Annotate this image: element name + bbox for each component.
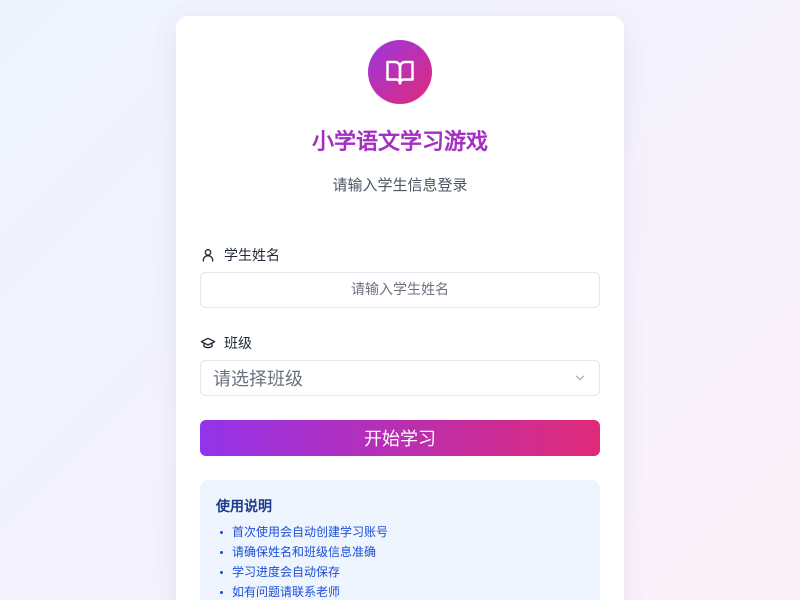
chevron-down-icon [575, 375, 585, 381]
bullet-icon [220, 530, 223, 534]
login-card: 小学语文学习游戏 请输入学生信息登录 学生姓名 班级 请选择班级 开始学习 使用… [176, 16, 624, 600]
logo-badge [368, 40, 432, 104]
class-select[interactable]: 请选择班级 [200, 360, 600, 396]
bullet-icon [220, 570, 223, 574]
user-icon [202, 249, 214, 262]
instructions-title: 使用说明 [216, 499, 272, 515]
list-item: 学习进度会自动保存 [216, 562, 584, 582]
instruction-text: 学习进度会自动保存 [232, 565, 341, 579]
class-select-value: 请选择班级 [213, 369, 303, 390]
bullet-icon [220, 550, 223, 554]
student-name-label: 学生姓名 [200, 244, 280, 266]
book-open-icon [386, 60, 414, 85]
page-subtitle: 请输入学生信息登录 [332, 176, 468, 194]
class-label-text: 班级 [224, 336, 252, 352]
list-item: 首次使用会自动创建学习账号 [216, 522, 584, 542]
list-item: 如有问题请联系老师 [216, 582, 584, 600]
instruction-text: 请确保姓名和班级信息准确 [232, 545, 377, 559]
student-name-input[interactable] [200, 272, 600, 308]
instructions-list: 首次使用会自动创建学习账号 请确保姓名和班级信息准确 学习进度会自动保存 如有问… [216, 522, 584, 600]
student-name-label-text: 学生姓名 [224, 248, 280, 264]
instruction-text: 如有问题请联系老师 [232, 585, 341, 599]
bullet-icon [220, 590, 223, 594]
instructions-panel: 使用说明 首次使用会自动创建学习账号 请确保姓名和班级信息准确 学习进度会自动保… [200, 480, 600, 600]
start-learning-button[interactable]: 开始学习 [200, 420, 600, 456]
instruction-text: 首次使用会自动创建学习账号 [232, 525, 389, 539]
page-title: 小学语文学习游戏 [311, 130, 488, 155]
graduation-cap-icon [200, 337, 216, 349]
list-item: 请确保姓名和班级信息准确 [216, 542, 584, 562]
class-label: 班级 [200, 332, 252, 354]
